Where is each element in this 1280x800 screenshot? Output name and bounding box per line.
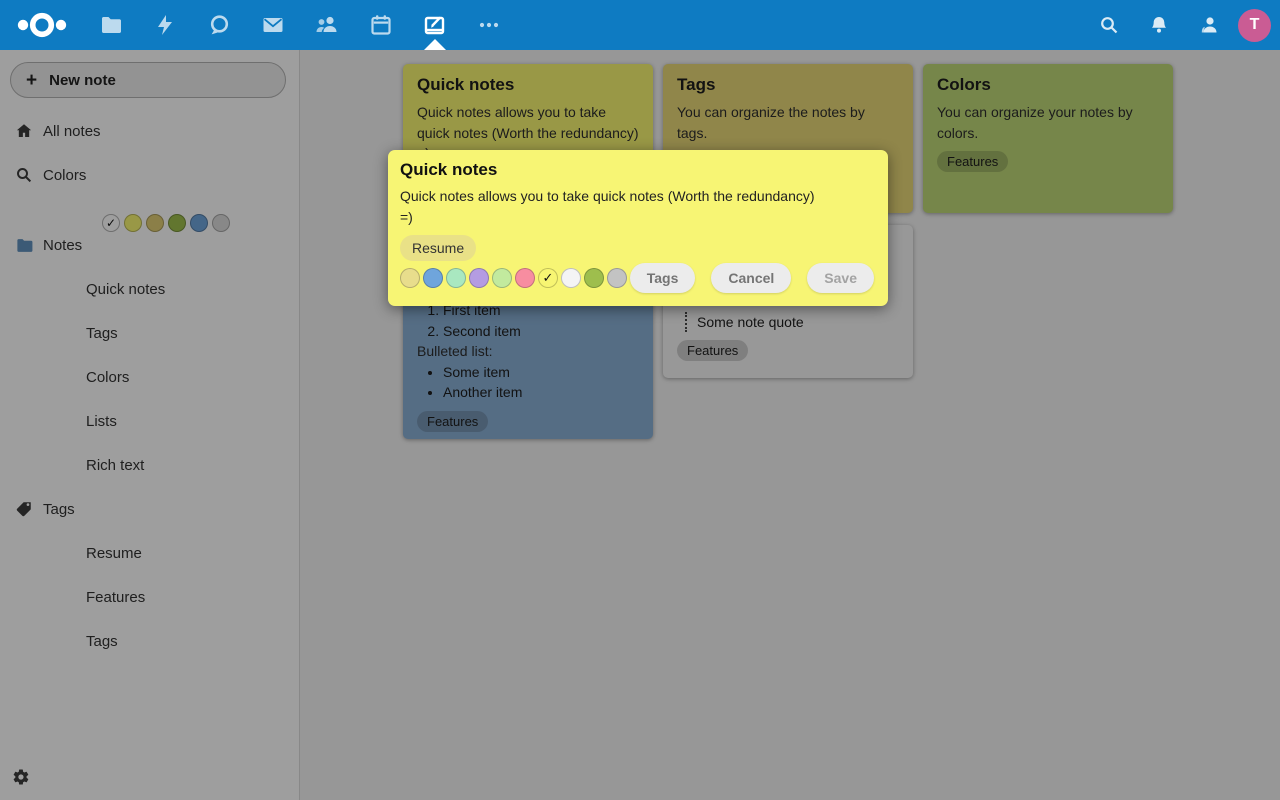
save-button[interactable]: Save — [807, 263, 874, 293]
modal-note-text[interactable]: Quick notes allows you to take quick not… — [400, 186, 876, 207]
nextcloud-logo[interactable] — [15, 10, 69, 40]
activity-app-icon[interactable] — [138, 0, 192, 50]
palette-color[interactable] — [492, 268, 512, 288]
modal-note-title[interactable]: Quick notes — [400, 160, 876, 180]
top-bar: T — [0, 0, 1280, 50]
modal-bottom-bar: ✓ Tags Cancel Save — [400, 263, 874, 293]
mail-app-icon[interactable] — [246, 0, 300, 50]
header-right: T — [1084, 0, 1280, 50]
palette-color[interactable] — [515, 268, 535, 288]
palette-color[interactable] — [607, 268, 627, 288]
edit-note-modal: Quick notes Quick notes allows you to ta… — [388, 150, 888, 306]
palette-color-selected[interactable]: ✓ — [538, 268, 558, 288]
app-navigation — [84, 0, 516, 50]
cancel-button[interactable]: Cancel — [711, 263, 791, 293]
user-avatar[interactable]: T — [1238, 9, 1271, 42]
talk-app-icon[interactable] — [192, 0, 246, 50]
notes-app-icon[interactable] — [408, 0, 462, 50]
files-app-icon[interactable] — [84, 0, 138, 50]
tag-chip-resume[interactable]: Resume — [400, 235, 476, 261]
palette-color[interactable] — [446, 268, 466, 288]
notifications-bell-icon[interactable] — [1134, 0, 1184, 50]
palette-color[interactable] — [469, 268, 489, 288]
color-palette: ✓ — [400, 268, 627, 288]
more-apps-icon[interactable] — [462, 0, 516, 50]
palette-color[interactable] — [423, 268, 443, 288]
active-app-pointer — [424, 39, 446, 50]
contacts-app-icon[interactable] — [300, 0, 354, 50]
search-icon[interactable] — [1084, 0, 1134, 50]
tags-button[interactable]: Tags — [630, 263, 696, 293]
modal-note-text[interactable]: =) — [400, 207, 876, 228]
palette-color[interactable] — [400, 268, 420, 288]
contacts-menu-icon[interactable] — [1184, 0, 1234, 50]
palette-color[interactable] — [561, 268, 581, 288]
palette-color[interactable] — [584, 268, 604, 288]
modal-buttons: Tags Cancel Save — [630, 263, 874, 293]
calendar-app-icon[interactable] — [354, 0, 408, 50]
